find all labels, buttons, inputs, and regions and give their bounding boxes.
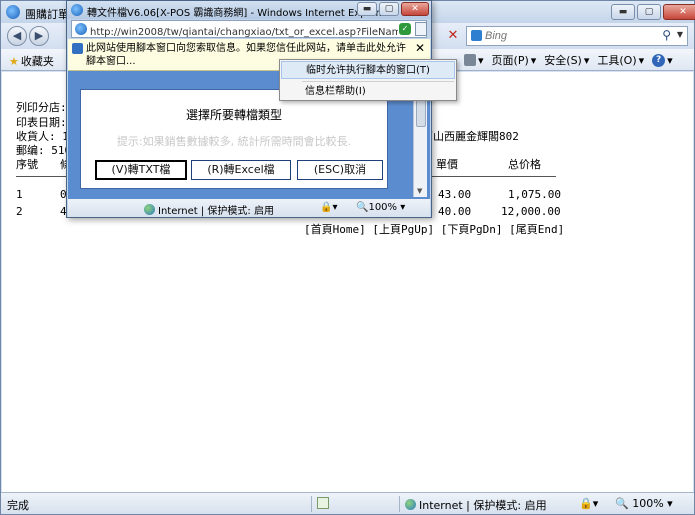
page-icon — [75, 23, 87, 35]
convert-excel-button[interactable]: (R)轉Excel檔 — [191, 160, 291, 180]
tools-menu[interactable]: 工具(O) ▾ — [597, 52, 644, 68]
infobar-context-menu: 临时允许执行腳本的窗口(T) 信息栏帮助(I) — [279, 59, 457, 101]
favorites-button[interactable]: ★ 收藏夹 — [9, 53, 54, 69]
popup-title-bar: 轉文件檔V6.06[X-POS 霸識商務網] - Windows Interne… — [67, 1, 431, 19]
page-report-icon[interactable] — [415, 22, 427, 36]
security-shield-icon[interactable]: ✓ — [399, 23, 411, 35]
pager-links[interactable]: [首頁Home] [上頁PgUp] [下頁PgDn] [尾頁End] — [304, 221, 564, 237]
popup-protected-icon[interactable]: 🔒▾ — [320, 202, 337, 213]
popup-window-controls: ▬ ▢ ✕ — [357, 2, 429, 16]
print-icon — [464, 54, 476, 66]
star-icon: ★ — [9, 55, 19, 68]
menu-item-allow-scripted-windows[interactable]: 临时允许执行腳本的窗口(T) — [281, 61, 455, 79]
status-text: 完成 — [7, 499, 29, 512]
page-menu[interactable]: 页面(P) ▾ — [492, 52, 537, 68]
search-icon[interactable]: ⚲ — [662, 28, 671, 42]
popup-window-title: 轉文件檔V6.06[X-POS 霸識商務網] - Windows Interne… — [87, 8, 389, 19]
search-input[interactable] — [485, 29, 655, 43]
popup-minimize-button[interactable]: ▬ — [357, 2, 377, 16]
protected-mode-icon[interactable]: 🔒▾ — [579, 497, 598, 510]
minimize-button[interactable]: ▬ — [611, 4, 635, 20]
popup-url: http://win2008/tw/qiantai/changxiao/txt_… — [90, 27, 398, 38]
filetype-dialog: 選擇所要轉檔類型 提示:如果銷售數據較多, 統計所需時間會比較長. (V)轉TX… — [80, 89, 388, 189]
popup-maximize-button[interactable]: ▢ — [379, 2, 399, 16]
scroll-down-icon[interactable]: ▼ — [417, 187, 422, 195]
header-total: 总价格 — [508, 158, 541, 171]
main-status-bar: 完成 Internet | 保护模式: 启用 🔒▾ 🔍 100% ▾ — [1, 492, 694, 514]
report-address-tail: 西山西麗金輝閣802 — [422, 130, 519, 143]
search-dropdown-icon[interactable]: ▼ — [677, 30, 683, 39]
main-window-controls: ▬ ▢ ✕ — [611, 4, 695, 20]
search-box[interactable]: ⚲ ▼ — [466, 26, 688, 46]
ie-logo-icon — [71, 4, 83, 16]
popup-close-button[interactable]: ✕ — [401, 2, 429, 16]
offline-icon — [317, 497, 329, 509]
globe-icon — [144, 204, 155, 215]
dialog-heading: 選擇所要轉檔類型 — [185, 108, 282, 122]
command-bar: ▾ 页面(P) ▾ 安全(S) ▾ 工具(O) ▾ ? ▾ — [464, 52, 673, 68]
cancel-button[interactable]: (ESC)取消 — [297, 160, 383, 180]
infobar-close-icon[interactable]: ✕ — [415, 41, 425, 55]
popup-zoom-control[interactable]: 🔍100% ▾ — [356, 202, 405, 213]
popup-address-bar[interactable]: http://win2008/tw/qiantai/changxiao/txt_… — [71, 20, 427, 38]
maximize-button[interactable]: ▢ — [637, 4, 661, 20]
close-button[interactable]: ✕ — [663, 4, 695, 20]
report-line-branch: 列印分店: — [16, 101, 67, 114]
globe-icon — [405, 499, 416, 510]
zoom-control[interactable]: 🔍 100% ▾ — [615, 497, 673, 510]
header-seq: 序號 — [16, 158, 38, 171]
safety-menu[interactable]: 安全(S) ▾ — [544, 52, 589, 68]
popup-zone-indicator[interactable]: Internet | 保护模式: 启用 — [144, 202, 274, 217]
popup-status-bar: Internet | 保护模式: 启用 🔒▾ 🔍100% ▾ — [68, 199, 430, 217]
popup-window: 轉文件檔V6.06[X-POS 霸識商務網] - Windows Interne… — [66, 0, 432, 218]
zone-indicator[interactable]: Internet | 保护模式: 启用 — [405, 497, 547, 513]
menu-item-infobar-help[interactable]: 信息栏帮助(I) — [281, 83, 455, 101]
convert-txt-button[interactable]: (V)轉TXT檔 — [95, 160, 187, 180]
help-menu[interactable]: ? ▾ — [652, 52, 673, 68]
menu-separator — [302, 81, 454, 82]
back-button[interactable]: ◀ — [7, 26, 27, 46]
dialog-hint: 提示:如果銷售數據較多, 統計所需時間會比較長. — [116, 135, 352, 148]
stop-icon[interactable]: ✕ — [445, 28, 461, 44]
favorites-label: 收藏夹 — [20, 55, 54, 68]
print-button[interactable]: ▾ — [464, 52, 484, 68]
help-icon: ? — [652, 53, 666, 67]
ie-logo-icon — [6, 5, 20, 19]
bing-logo-icon — [471, 30, 482, 41]
info-shield-icon — [72, 43, 83, 54]
forward-button[interactable]: ▶ — [29, 26, 49, 46]
header-unit-price: 單價 — [436, 158, 458, 171]
